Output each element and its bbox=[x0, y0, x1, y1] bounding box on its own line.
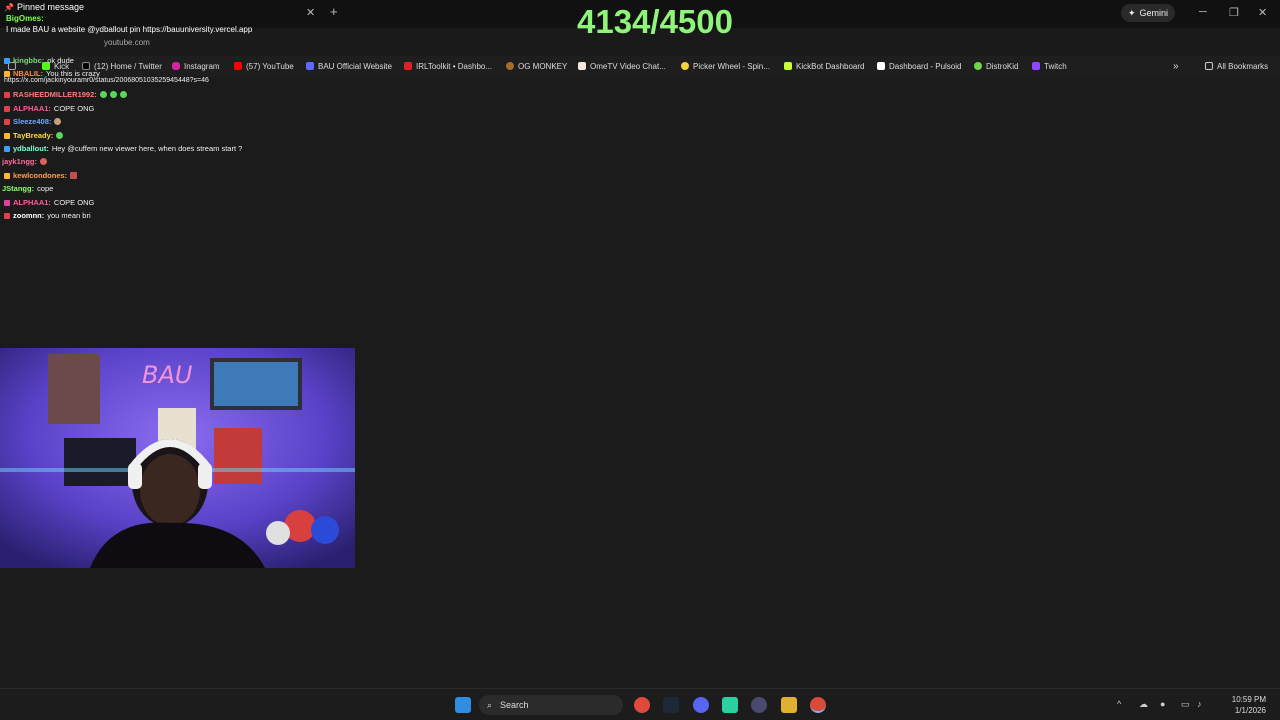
chat-badge bbox=[4, 118, 10, 125]
bookmark-youtube[interactable]: (57) YouTube bbox=[234, 56, 294, 76]
bookmark-distrokid[interactable]: DistroKid bbox=[974, 56, 1018, 76]
chat-badge bbox=[4, 172, 10, 179]
window-close-icon[interactable]: ✕ bbox=[1258, 6, 1267, 19]
onedrive-icon[interactable]: ☁ bbox=[1139, 699, 1149, 709]
emote-icon bbox=[54, 118, 62, 125]
bookmark-og-monkey[interactable]: OG MONKEY bbox=[506, 56, 567, 76]
chrome-icon[interactable] bbox=[634, 697, 650, 713]
close-tab-icon[interactable]: ✕ bbox=[306, 6, 315, 19]
emote-icon bbox=[99, 91, 107, 98]
emote-icon bbox=[40, 158, 48, 165]
file-explorer-icon[interactable] bbox=[781, 697, 797, 713]
chat-badge bbox=[4, 91, 10, 98]
chat-line: zoomnn: you mean bri bbox=[4, 211, 91, 220]
discord-icon[interactable] bbox=[693, 697, 709, 713]
bau-icon bbox=[306, 62, 314, 70]
bookmark-twitch[interactable]: Twitch bbox=[1032, 56, 1067, 76]
chat-line: kewlcondones: bbox=[4, 171, 78, 180]
wheel-icon bbox=[681, 62, 689, 70]
app-icon[interactable] bbox=[722, 697, 738, 713]
tray-overflow-icon[interactable]: ^ bbox=[1117, 699, 1127, 709]
new-tab-icon[interactable]: + bbox=[330, 4, 338, 19]
chat-badge bbox=[4, 212, 10, 219]
chat-line: ALPHAA1: COPE ONG bbox=[4, 198, 94, 207]
distrokid-icon bbox=[974, 62, 982, 70]
all-bookmarks-button[interactable]: All Bookmarks bbox=[1205, 56, 1268, 76]
pinned-message: 📌 Pinned message BigOmes: I made BAU a w… bbox=[0, 2, 290, 42]
volume-icon[interactable]: ♪ bbox=[1197, 699, 1207, 709]
chat-line: RASHEEDMILLER1992: bbox=[4, 90, 127, 99]
chat-badge bbox=[4, 199, 10, 206]
chat-line: Sleeze408: bbox=[4, 117, 62, 126]
clock[interactable]: 10:59 PM 1/1/2026 bbox=[1232, 694, 1266, 716]
chat-badge bbox=[4, 132, 10, 139]
mic-icon[interactable]: ● bbox=[1160, 699, 1170, 709]
steam-icon[interactable] bbox=[663, 697, 679, 713]
emote-icon bbox=[70, 172, 78, 179]
chat-badge bbox=[4, 70, 10, 77]
kickbot-icon bbox=[784, 62, 792, 70]
chat-line: kingbbc: ok dude bbox=[4, 56, 74, 65]
minimize-icon[interactable]: ─ bbox=[1199, 6, 1207, 18]
taskbar-search[interactable]: ⌕ Search bbox=[479, 695, 623, 715]
chat-badge bbox=[4, 105, 10, 112]
obs-icon[interactable] bbox=[751, 697, 767, 713]
restore-icon[interactable]: ❐ bbox=[1229, 6, 1239, 19]
monkey-icon bbox=[506, 62, 514, 70]
instagram-icon bbox=[172, 62, 180, 70]
network-icon[interactable]: ▭ bbox=[1181, 699, 1191, 709]
chat-line: https://x.com/jackinyouramr0/status/2006… bbox=[4, 77, 209, 84]
emote-icon bbox=[109, 91, 117, 98]
irltoolkit-icon bbox=[404, 62, 412, 70]
pinned-username: BigOmes: bbox=[6, 14, 44, 23]
folder-icon bbox=[1205, 62, 1213, 70]
webcam-scene: BAU bbox=[0, 348, 355, 568]
webcam-feed: BAU bbox=[0, 348, 355, 568]
twitch-icon bbox=[1032, 62, 1040, 70]
pulsoid-icon bbox=[877, 62, 885, 70]
emote-icon bbox=[119, 91, 127, 98]
chat-badge bbox=[4, 145, 10, 152]
chrome-active-icon[interactable] bbox=[810, 697, 826, 713]
search-label: Search bbox=[500, 700, 529, 710]
bookmark-bau[interactable]: BAU Official Website bbox=[306, 56, 392, 76]
pin-icon: 📌 bbox=[4, 2, 14, 12]
clock-date: 1/1/2026 bbox=[1234, 706, 1266, 715]
ometv-icon bbox=[578, 62, 586, 70]
youtube-icon bbox=[234, 62, 242, 70]
chat-badge bbox=[4, 57, 10, 64]
goal-counter: 4134/4500 bbox=[577, 3, 733, 40]
gemini-label: Gemini bbox=[1139, 8, 1169, 18]
bookmark-irltoolkit[interactable]: IRLToolkit • Dashbo... bbox=[404, 56, 492, 76]
bookmark-ometv[interactable]: OmeTV Video Chat... bbox=[578, 56, 666, 76]
chat-line: ALPHAA1: COPE ONG bbox=[4, 104, 94, 113]
chat-line: jayk1ngg: bbox=[2, 157, 48, 166]
pinned-text: I made BAU a website @ydballout pin http… bbox=[6, 25, 253, 34]
clock-time: 10:59 PM bbox=[1231, 695, 1266, 704]
bookmarks-bar: Kick (12) Home / Twitter Instagram (57) … bbox=[0, 56, 1280, 76]
emote-icon bbox=[56, 132, 64, 139]
gemini-icon: ✦ bbox=[1127, 7, 1136, 18]
chat-line: JStangg: cope bbox=[2, 184, 54, 193]
windows-start-icon[interactable] bbox=[455, 697, 471, 713]
more-bookmarks-icon[interactable]: » bbox=[1173, 56, 1179, 76]
bookmark-kickbot[interactable]: KickBot Dashboard bbox=[784, 56, 864, 76]
search-icon: ⌕ bbox=[487, 699, 493, 710]
chat-line: ydballout: Hey @cuffem new viewer here, … bbox=[4, 144, 242, 153]
taskbar: ⌕ Search ^ ☁ ● ▭ ♪ 10:59 PM 1/1/2026 bbox=[0, 688, 1280, 720]
bookmark-picker-wheel[interactable]: Picker Wheel - Spin... bbox=[681, 56, 770, 76]
chat-line: TayBready: bbox=[4, 131, 64, 140]
pinned-header: Pinned message bbox=[16, 2, 85, 12]
bookmark-pulsoid[interactable]: Dashboard - Pulsoid bbox=[877, 56, 961, 76]
bookmark-instagram[interactable]: Instagram bbox=[172, 56, 220, 76]
gemini-button[interactable]: ✦ Gemini bbox=[1121, 4, 1175, 22]
svg-text:BAU: BAU bbox=[142, 361, 193, 389]
